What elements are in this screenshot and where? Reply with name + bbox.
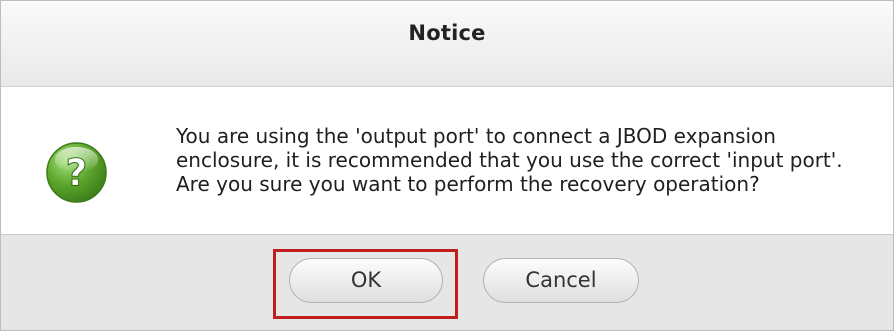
dialog-footer: OK Cancel bbox=[1, 234, 893, 330]
dialog-content: ? You are using the 'output port' to con… bbox=[1, 88, 893, 234]
dialog-message: You are using the 'output port' to conne… bbox=[176, 124, 843, 196]
svg-text:?: ? bbox=[66, 150, 88, 194]
ok-button[interactable]: OK bbox=[289, 258, 443, 303]
question-mark-icon: ? bbox=[46, 142, 107, 203]
cancel-button[interactable]: Cancel bbox=[483, 258, 639, 303]
notice-dialog: Notice ? You are using the 'output port'… bbox=[0, 0, 894, 331]
dialog-title-bar: Notice bbox=[1, 1, 893, 87]
dialog-title: Notice bbox=[408, 21, 486, 45]
